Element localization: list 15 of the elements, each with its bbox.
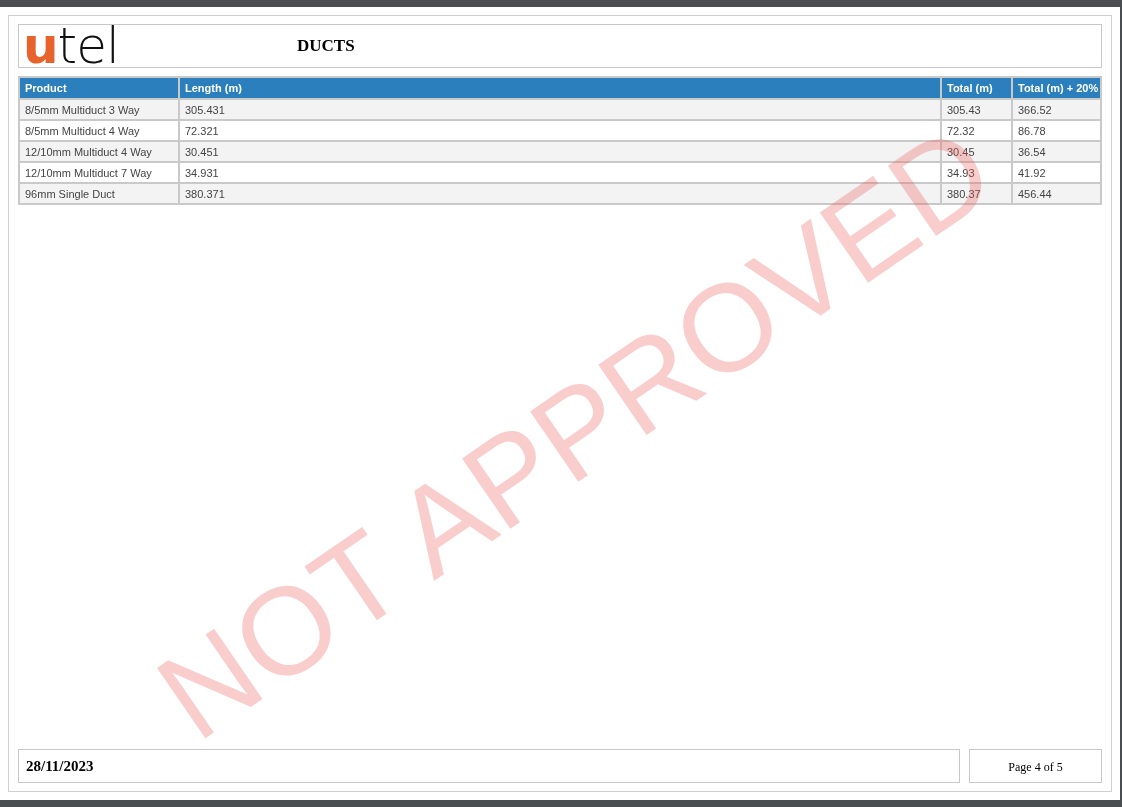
table-cell: 12/10mm Multiduct 4 Way [19,141,179,162]
column-header: Total (m) [941,77,1012,99]
table-cell: 72.321 [179,120,941,141]
report-title: DUCTS [297,36,355,56]
table-cell: 8/5mm Multiduct 3 Way [19,99,179,120]
page-number: Page 4 of 5 [969,749,1102,783]
table-cell: 305.431 [179,99,941,120]
logo: utel [23,24,120,68]
column-header: Length (m) [179,77,941,99]
table-cell: 12/10mm Multiduct 7 Way [19,162,179,183]
column-header: Product [19,77,179,99]
table-cell: 96mm Single Duct [19,183,179,204]
table-cell: 8/5mm Multiduct 4 Way [19,120,179,141]
column-header: Total (m) + 20% [1012,77,1101,99]
footer-date: 28/11/2023 [18,749,960,783]
